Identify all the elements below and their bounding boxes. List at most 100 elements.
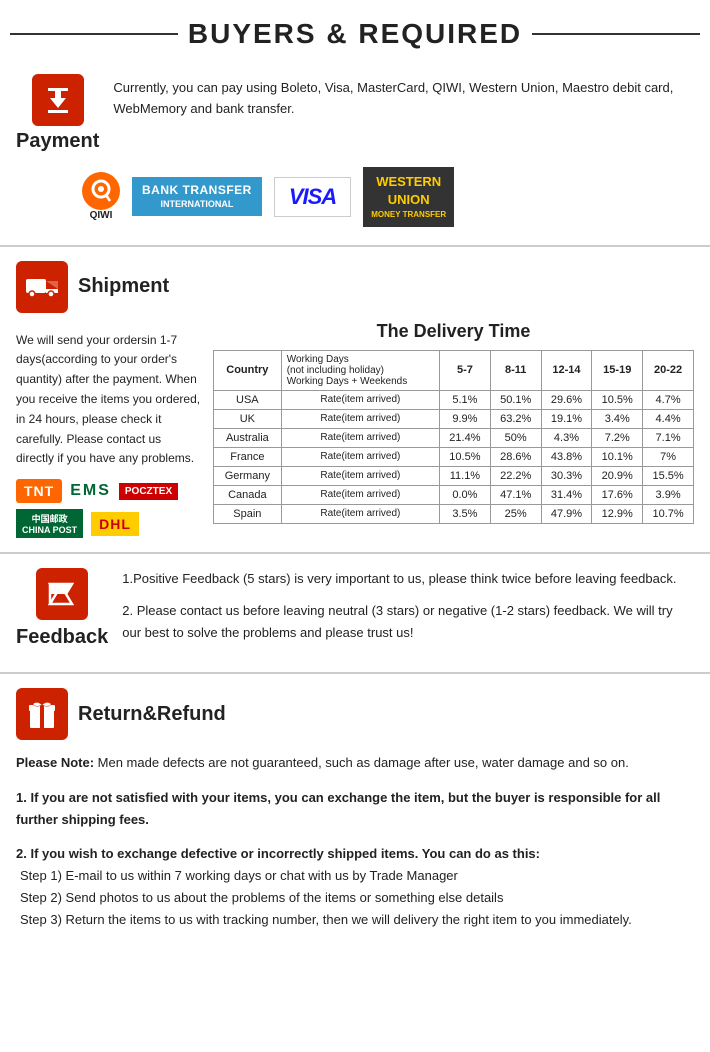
row-type: Rate(item arrived) bbox=[281, 466, 439, 485]
row-value: 10.5% bbox=[592, 390, 643, 409]
col-15-19: 15-19 bbox=[592, 350, 643, 390]
col-delivery-type: Working Days(not including holiday)Worki… bbox=[281, 350, 439, 390]
row-value: 7% bbox=[643, 447, 694, 466]
row-value: 30.3% bbox=[541, 466, 592, 485]
row-value: 19.1% bbox=[541, 409, 592, 428]
payment-logos: QIWI BANK TRANSFER INTERNATIONAL VISA WE… bbox=[82, 167, 694, 227]
bank-title: BANK TRANSFER bbox=[142, 183, 252, 199]
row-country: UK bbox=[214, 409, 282, 428]
table-row: USARate(item arrived)5.1%50.1%29.6%10.5%… bbox=[214, 390, 694, 409]
row-value: 12.9% bbox=[592, 504, 643, 523]
shipment-body-text: We will send your ordersin 1-7 days(acco… bbox=[16, 331, 201, 470]
row-type: Rate(item arrived) bbox=[281, 409, 439, 428]
shipment-logos: TNT EMS POCZTEX bbox=[16, 479, 201, 503]
feedback-title: Feedback bbox=[16, 626, 108, 649]
row-country: Spain bbox=[214, 504, 282, 523]
payment-icon bbox=[32, 74, 84, 126]
row-value: 15.5% bbox=[643, 466, 694, 485]
feedback-icon bbox=[36, 568, 88, 620]
return-header: Return&Refund bbox=[16, 688, 694, 740]
payment-header: Payment Currently, you can pay using Bol… bbox=[16, 74, 694, 153]
dhl-logo: DHL bbox=[91, 512, 139, 536]
row-value: 21.4% bbox=[440, 428, 491, 447]
row-value: 4.7% bbox=[643, 390, 694, 409]
row-value: 50.1% bbox=[490, 390, 541, 409]
row-value: 25% bbox=[490, 504, 541, 523]
chinapost-logo: 中国邮政CHINA POST bbox=[16, 509, 83, 538]
col-country: Country bbox=[214, 350, 282, 390]
tnt-logo: TNT bbox=[16, 479, 62, 503]
wu-line3: MONEY TRANSFER bbox=[371, 209, 446, 220]
return-note-text: Men made defects are not guaranteed, suc… bbox=[94, 755, 629, 770]
row-type: Rate(item arrived) bbox=[281, 504, 439, 523]
payment-title: Payment bbox=[16, 130, 99, 153]
shipment-icon bbox=[16, 261, 68, 313]
row-value: 17.6% bbox=[592, 485, 643, 504]
row-value: 11.1% bbox=[440, 466, 491, 485]
row-value: 0.0% bbox=[440, 485, 491, 504]
row-value: 10.1% bbox=[592, 447, 643, 466]
visa-logo: VISA bbox=[274, 177, 351, 217]
row-value: 3.9% bbox=[643, 485, 694, 504]
row-value: 4.4% bbox=[643, 409, 694, 428]
qiwi-label: QIWI bbox=[90, 210, 113, 221]
table-row: FranceRate(item arrived)10.5%28.6%43.8%1… bbox=[214, 447, 694, 466]
ems-logo: EMS bbox=[70, 482, 111, 500]
return-section: Return&Refund Please Note: Men made defe… bbox=[0, 674, 710, 945]
row-value: 28.6% bbox=[490, 447, 541, 466]
wu-line2: UNION bbox=[371, 191, 446, 209]
table-row: GermanyRate(item arrived)11.1%22.2%30.3%… bbox=[214, 466, 694, 485]
return-point1: 1. If you are not satisfied with your it… bbox=[16, 787, 694, 831]
row-value: 31.4% bbox=[541, 485, 592, 504]
row-value: 7.1% bbox=[643, 428, 694, 447]
shipment-right-col: The Delivery Time Country Working Days(n… bbox=[213, 321, 694, 524]
shipment-left-col: We will send your ordersin 1-7 days(acco… bbox=[16, 321, 201, 539]
return-point2-title: 2. If you wish to exchange defective or … bbox=[16, 843, 694, 865]
row-value: 3.4% bbox=[592, 409, 643, 428]
row-value: 10.7% bbox=[643, 504, 694, 523]
western-union-logo: WESTERN UNION MONEY TRANSFER bbox=[363, 167, 454, 227]
qiwi-logo: QIWI bbox=[82, 172, 120, 221]
return-step2: Step 2) Send photos to us about the prob… bbox=[20, 887, 694, 909]
row-type: Rate(item arrived) bbox=[281, 428, 439, 447]
feedback-section: Feedback 1.Positive Feedback (5 stars) i… bbox=[0, 554, 710, 674]
return-note: Please Note: Men made defects are not gu… bbox=[16, 752, 694, 774]
feedback-icon-wrap: Feedback bbox=[16, 568, 108, 649]
row-country: Canada bbox=[214, 485, 282, 504]
return-step3: Step 3) Return the items to us with trac… bbox=[20, 909, 694, 931]
row-value: 10.5% bbox=[440, 447, 491, 466]
pocztex-logo: POCZTEX bbox=[119, 483, 178, 500]
feedback-point2: 2. Please contact us before leaving neut… bbox=[122, 600, 694, 644]
row-value: 50% bbox=[490, 428, 541, 447]
col-12-14: 12-14 bbox=[541, 350, 592, 390]
delivery-title: The Delivery Time bbox=[213, 321, 694, 342]
bank-transfer-logo: BANK TRANSFER INTERNATIONAL bbox=[132, 177, 262, 216]
row-value: 47.9% bbox=[541, 504, 592, 523]
row-type: Rate(item arrived) bbox=[281, 447, 439, 466]
payment-description: Currently, you can pay using Boleto, Vis… bbox=[113, 78, 694, 120]
table-row: UKRate(item arrived)9.9%63.2%19.1%3.4%4.… bbox=[214, 409, 694, 428]
row-value: 20.9% bbox=[592, 466, 643, 485]
row-country: USA bbox=[214, 390, 282, 409]
page-header: BUYERS & REQUIRED bbox=[0, 0, 710, 60]
row-value: 63.2% bbox=[490, 409, 541, 428]
shipment-logos-row2: 中国邮政CHINA POST DHL bbox=[16, 509, 201, 538]
row-value: 43.8% bbox=[541, 447, 592, 466]
table-row: AustraliaRate(item arrived)21.4%50%4.3%7… bbox=[214, 428, 694, 447]
row-country: France bbox=[214, 447, 282, 466]
page-title: BUYERS & REQUIRED bbox=[188, 18, 522, 50]
table-row: CanadaRate(item arrived)0.0%47.1%31.4%17… bbox=[214, 485, 694, 504]
row-value: 22.2% bbox=[490, 466, 541, 485]
feedback-text: 1.Positive Feedback (5 stars) is very im… bbox=[122, 568, 694, 654]
shipment-section: Shipment We will send your ordersin 1-7 … bbox=[0, 247, 710, 555]
row-value: 5.1% bbox=[440, 390, 491, 409]
row-type: Rate(item arrived) bbox=[281, 485, 439, 504]
col-20-22: 20-22 bbox=[643, 350, 694, 390]
return-text: Please Note: Men made defects are not gu… bbox=[16, 752, 694, 931]
row-value: 29.6% bbox=[541, 390, 592, 409]
table-row: SpainRate(item arrived)3.5%25%47.9%12.9%… bbox=[214, 504, 694, 523]
row-value: 47.1% bbox=[490, 485, 541, 504]
return-note-label: Please Note: bbox=[16, 755, 94, 770]
payment-section: Payment Currently, you can pay using Bol… bbox=[0, 60, 710, 247]
shipment-title: Shipment bbox=[78, 275, 169, 298]
